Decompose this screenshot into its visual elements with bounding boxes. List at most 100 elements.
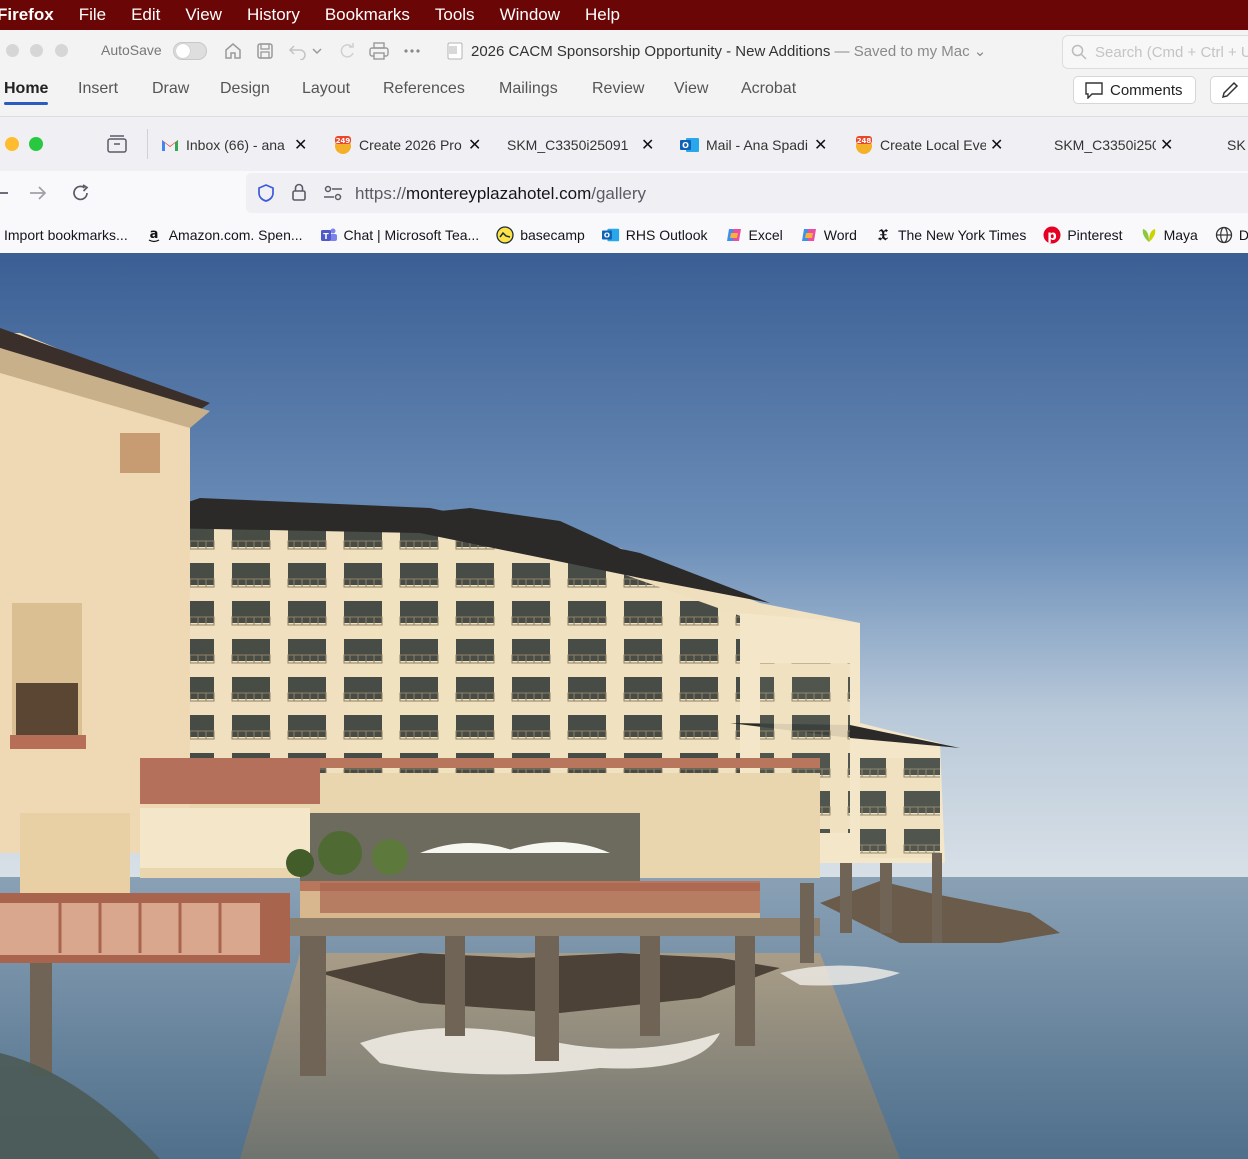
window-zoom-button[interactable] bbox=[29, 137, 43, 151]
window-close-dot[interactable] bbox=[6, 44, 19, 57]
undo-icon[interactable] bbox=[287, 40, 309, 62]
autosave-label: AutoSave bbox=[101, 42, 162, 58]
badge-icon: 248 bbox=[854, 135, 874, 154]
editing-mode-button[interactable] bbox=[1210, 76, 1248, 104]
bookmark-excel[interactable]: Excel bbox=[725, 226, 783, 244]
tab-acrobat[interactable]: Acrobat bbox=[741, 80, 796, 98]
print-icon[interactable] bbox=[368, 40, 390, 62]
app-menu-firefox[interactable]: Firefox bbox=[0, 5, 54, 25]
gmail-icon bbox=[160, 137, 180, 153]
save-icon[interactable] bbox=[254, 40, 276, 62]
bookmark-label: Chat | Microsoft Tea... bbox=[343, 226, 480, 243]
copilot-icon bbox=[725, 226, 743, 244]
autosave-toggle[interactable] bbox=[173, 42, 207, 60]
bookmark-label: The New York Times bbox=[897, 226, 1027, 243]
menu-file[interactable]: File bbox=[79, 5, 106, 25]
bookmark-import[interactable]: Import bookmarks... bbox=[4, 227, 128, 243]
permissions-icon[interactable] bbox=[323, 185, 343, 206]
bookmark-label: Maya bbox=[1163, 226, 1198, 243]
badge-icon: 249 bbox=[333, 135, 353, 154]
bookmark-label: Excel bbox=[748, 226, 783, 243]
bookmark-teams[interactable]: T Chat | Microsoft Tea... bbox=[320, 226, 480, 244]
redo-icon[interactable] bbox=[336, 40, 358, 62]
bookmark-pinterest[interactable]: p Pinterest bbox=[1043, 226, 1123, 244]
close-tab-icon[interactable]: ✕ bbox=[1160, 135, 1173, 155]
home-icon[interactable] bbox=[222, 40, 244, 62]
close-tab-icon[interactable]: ✕ bbox=[990, 135, 1003, 155]
pencil-icon bbox=[1221, 81, 1239, 99]
svg-text:p: p bbox=[1048, 229, 1057, 244]
close-tab-icon[interactable]: ✕ bbox=[641, 135, 654, 155]
tab-inbox[interactable]: Inbox (66) - ana ✕ bbox=[160, 117, 310, 172]
tab-references[interactable]: References bbox=[383, 80, 465, 98]
tab-skm-3[interactable]: SK bbox=[1227, 117, 1248, 172]
tab-badge-count: 249 bbox=[336, 137, 351, 145]
svg-text:O: O bbox=[682, 141, 689, 150]
tab-create-2026[interactable]: 249 Create 2026 Pro ✕ bbox=[333, 117, 483, 172]
tab-title: SK bbox=[1227, 136, 1246, 153]
bookmark-nyt[interactable]: 𝔛 The New York Times bbox=[874, 225, 1027, 244]
tab-create-local[interactable]: 248 Create Local Eve ✕ bbox=[854, 117, 1004, 172]
menu-bookmarks[interactable]: Bookmarks bbox=[325, 5, 410, 25]
menu-tools[interactable]: Tools bbox=[435, 5, 475, 25]
tab-separator bbox=[147, 129, 148, 159]
tab-mail[interactable]: O Mail - Ana Spadi ✕ bbox=[680, 117, 830, 172]
url-text[interactable]: https://montereyplazahotel.com/gallery bbox=[355, 184, 646, 204]
tab-mailings[interactable]: Mailings bbox=[499, 80, 558, 98]
tab-review[interactable]: Review bbox=[592, 80, 644, 98]
mac-menu-bar: Firefox File Edit View History Bookmarks… bbox=[0, 0, 1248, 30]
menu-view[interactable]: View bbox=[185, 5, 222, 25]
search-placeholder: Search (Cmd + Ctrl + U) bbox=[1095, 43, 1248, 61]
bookmark-basecamp[interactable]: basecamp bbox=[496, 225, 585, 244]
tab-badge-count: 248 bbox=[857, 137, 872, 145]
tab-layout[interactable]: Layout bbox=[302, 80, 350, 98]
window-minimize-dot[interactable] bbox=[30, 44, 43, 57]
tab-title: SKM_C3350i25091 bbox=[507, 136, 629, 153]
close-tab-icon[interactable]: ✕ bbox=[468, 135, 481, 155]
tab-skm-2[interactable]: SKM_C3350i250 ✕ bbox=[1054, 117, 1184, 172]
word-title-bar: AutoSave 2026 CACM Sponsorship Opportuni… bbox=[0, 30, 1248, 72]
bookmark-label: Amazon.com. Spen... bbox=[168, 226, 303, 243]
close-tab-icon[interactable]: ✕ bbox=[814, 135, 827, 155]
window-minimize-button[interactable] bbox=[5, 137, 19, 151]
word-search-box[interactable]: Search (Cmd + Ctrl + U) bbox=[1062, 35, 1248, 69]
window-zoom-dot[interactable] bbox=[55, 44, 68, 57]
comments-button[interactable]: Comments bbox=[1073, 76, 1196, 104]
url-bar[interactable]: https://montereyplazahotel.com/gallery bbox=[246, 173, 1248, 213]
tracking-shield-icon[interactable] bbox=[256, 183, 276, 208]
outlook-icon: O bbox=[680, 137, 700, 153]
word-document-icon bbox=[444, 40, 466, 62]
back-arrow-icon[interactable] bbox=[0, 183, 10, 208]
bookmark-label: Import bookmarks... bbox=[4, 226, 128, 243]
forward-arrow-icon[interactable] bbox=[28, 183, 48, 208]
lock-icon[interactable] bbox=[290, 182, 308, 207]
menu-edit[interactable]: Edit bbox=[131, 5, 160, 25]
reload-icon[interactable] bbox=[71, 183, 91, 208]
url-path: /gallery bbox=[591, 184, 647, 203]
tab-home[interactable]: Home bbox=[4, 80, 49, 105]
undo-dropdown-icon[interactable] bbox=[310, 40, 324, 62]
tab-draw[interactable]: Draw bbox=[152, 80, 189, 98]
globe-icon bbox=[1215, 226, 1233, 244]
menu-history[interactable]: History bbox=[247, 5, 300, 25]
bookmark-di[interactable]: Di bbox=[1215, 226, 1248, 244]
tab-insert[interactable]: Insert bbox=[78, 80, 118, 98]
bookmark-maya[interactable]: Maya bbox=[1140, 226, 1198, 244]
bookmark-word[interactable]: Word bbox=[800, 226, 857, 244]
bookmark-rhs-outlook[interactable]: O RHS Outlook bbox=[601, 226, 708, 244]
amazon-icon: a bbox=[145, 226, 163, 244]
bookmarks-toolbar: Import bookmarks... a Amazon.com. Spen..… bbox=[0, 216, 1248, 254]
tab-title: Create 2026 Pro bbox=[359, 136, 462, 153]
tab-design[interactable]: Design bbox=[220, 80, 270, 98]
more-options-icon[interactable] bbox=[401, 40, 423, 62]
menu-window[interactable]: Window bbox=[500, 5, 560, 25]
tab-list-icon[interactable] bbox=[106, 134, 128, 159]
close-tab-icon[interactable]: ✕ bbox=[294, 135, 307, 155]
tab-view[interactable]: View bbox=[674, 80, 708, 98]
menu-help[interactable]: Help bbox=[585, 5, 620, 25]
tab-skm-1[interactable]: SKM_C3350i25091 ✕ bbox=[507, 117, 657, 172]
document-title[interactable]: 2026 CACM Sponsorship Opportunity - New … bbox=[471, 42, 986, 60]
svg-text:a: a bbox=[149, 227, 158, 242]
bookmark-amazon[interactable]: a Amazon.com. Spen... bbox=[145, 226, 303, 244]
document-name: 2026 CACM Sponsorship Opportunity - New … bbox=[471, 43, 831, 60]
